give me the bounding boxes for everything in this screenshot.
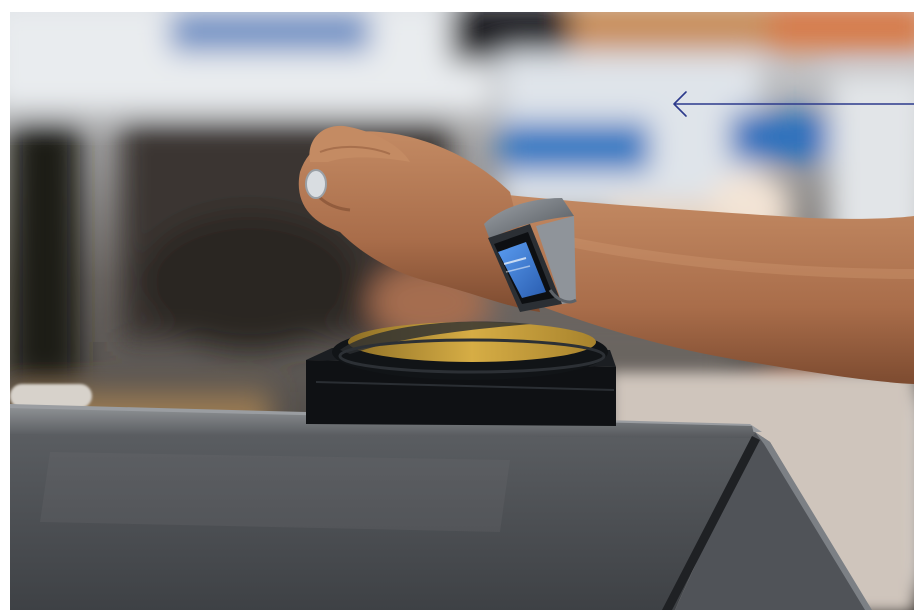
card-reader (306, 321, 616, 426)
hero-photo (10, 12, 914, 610)
back-arrow-button[interactable] (670, 88, 914, 120)
arrow-left-icon (673, 91, 914, 117)
